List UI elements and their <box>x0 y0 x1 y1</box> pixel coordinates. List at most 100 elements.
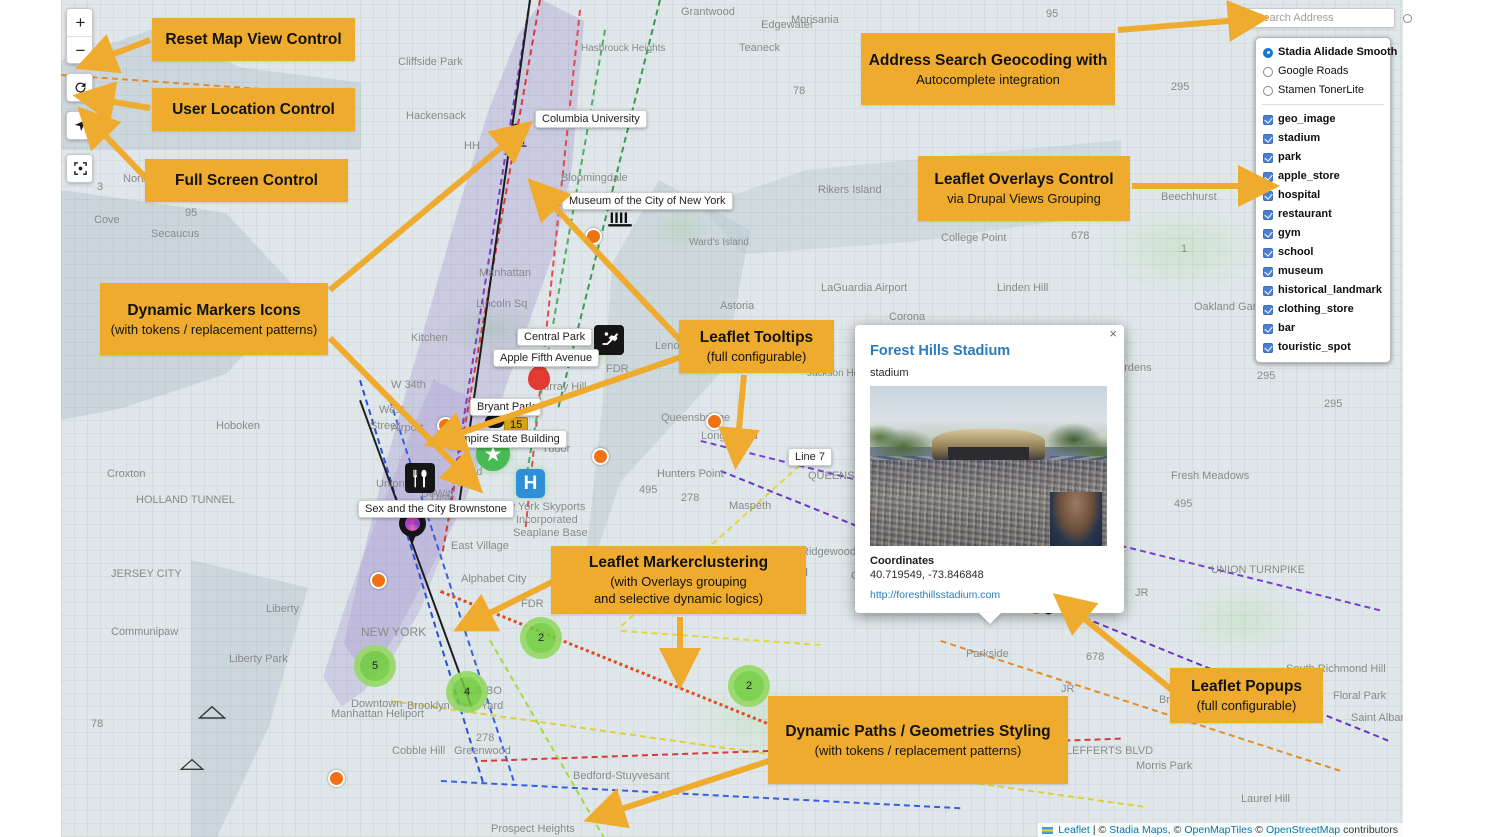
map-place-label: W 34th <box>391 379 426 391</box>
popup-website-link[interactable]: http://foresthillsstadium.com <box>870 589 1109 601</box>
overlay-checkbox[interactable] <box>1263 133 1273 144</box>
base-layer-radio[interactable] <box>1263 66 1273 77</box>
marker-cluster[interactable]: 2 <box>520 617 562 659</box>
overlay-label: geo_image <box>1278 113 1336 125</box>
base-layer-row[interactable]: Stadia Alidade Smooth <box>1256 43 1397 62</box>
user-location-icon <box>74 119 87 132</box>
full-screen-button[interactable] <box>67 155 92 182</box>
annotation-full-screen: Full Screen Control <box>145 159 348 202</box>
overlay-checkbox[interactable] <box>1263 190 1273 201</box>
reset-view-button[interactable] <box>67 74 92 101</box>
map-place-label: Hackensack <box>406 110 466 122</box>
map-place-label: Teaneck <box>739 42 780 54</box>
map-place-label: Grantwood <box>681 6 735 18</box>
overlay-row[interactable]: hospital <box>1256 186 1390 205</box>
base-layer-row[interactable]: Stamen TonerLite <box>1256 81 1390 100</box>
overlay-checkbox[interactable] <box>1263 209 1273 220</box>
overlay-checkbox[interactable] <box>1263 247 1273 258</box>
marker-hospital[interactable]: H <box>516 469 545 498</box>
marker-apple-fifth-avenue[interactable] <box>528 366 550 390</box>
map-place-label: Maspeth <box>729 500 772 512</box>
overlay-checkbox[interactable] <box>1263 171 1273 182</box>
marker-cluster[interactable]: 5 <box>354 645 396 687</box>
attribution-leaflet-link[interactable]: Leaflet <box>1058 824 1090 836</box>
overlay-row[interactable]: bar <box>1256 319 1390 338</box>
full-screen-control[interactable] <box>66 154 93 183</box>
zoom-control[interactable]: + − <box>66 8 93 64</box>
marker-tooltip: Line 7 <box>788 448 832 466</box>
attribution-copy-3: © <box>1255 824 1263 836</box>
overlay-row[interactable]: touristic_spot <box>1256 338 1390 357</box>
leaflet-layers-control[interactable]: Stadia Alidade Smooth Google Roads Stamen … <box>1255 37 1397 363</box>
marker-dot[interactable] <box>592 448 609 465</box>
overlay-row[interactable]: school <box>1256 243 1390 262</box>
overlay-checkbox[interactable] <box>1263 342 1273 353</box>
overlay-checkbox[interactable] <box>1263 323 1273 334</box>
overlay-row[interactable]: clothing_store <box>1256 300 1390 319</box>
annotation-reset-map-view: Reset Map View Control <box>152 18 355 61</box>
annotation-title: Reset Map View Control <box>165 30 342 48</box>
overlay-row[interactable]: restaurant <box>1256 205 1390 224</box>
marker-dot[interactable] <box>706 413 723 430</box>
leaflet-popup[interactable]: × Forest Hills Stadium stadium Coordinat… <box>855 325 1124 624</box>
zoom-out-button[interactable]: − <box>67 36 92 63</box>
overlay-label: apple_store <box>1278 170 1340 182</box>
overlay-checkbox[interactable] <box>1263 285 1273 296</box>
overlay-row[interactable]: museum <box>1256 262 1390 281</box>
attribution-stadia-link[interactable]: Stadia Maps, <box>1109 824 1170 836</box>
overlay-label: park <box>1278 151 1302 163</box>
overlay-checkbox[interactable] <box>1263 114 1273 125</box>
map-place-label: Ridgewood <box>801 546 857 558</box>
map-place-label: Croxton <box>107 468 146 480</box>
overlay-label: gym <box>1278 227 1301 239</box>
marker-tooltip: Bryant Park <box>470 398 542 416</box>
overlay-row[interactable]: apple_store <box>1256 167 1390 186</box>
base-layer-radio[interactable] <box>1263 47 1273 58</box>
base-layer-label: Stadia Alidade Smooth <box>1278 46 1398 58</box>
annotation-title: Leaflet Overlays Control <box>934 171 1114 188</box>
overlays-group: geo_imagestadium park apple_store hospital r… <box>1256 110 1390 357</box>
user-location-button[interactable] <box>67 112 92 139</box>
marker-columbia-university[interactable] <box>501 120 531 150</box>
overlay-checkbox[interactable] <box>1263 152 1273 163</box>
search-input[interactable] <box>1254 11 1400 25</box>
overlay-row[interactable]: historical_landmark <box>1256 281 1390 300</box>
overlay-checkbox[interactable] <box>1263 304 1273 315</box>
base-layer-row[interactable]: Google Roads <box>1256 62 1390 81</box>
user-location-control[interactable] <box>66 111 93 140</box>
map-place-label: West <box>379 404 404 416</box>
geo-image-dot-icon <box>328 770 345 787</box>
search-icon[interactable] <box>1403 13 1412 23</box>
annotation-title: Full Screen Control <box>175 171 318 189</box>
marker-cluster[interactable]: 4 <box>446 671 488 713</box>
marker-cluster[interactable]: 2 <box>728 665 770 707</box>
popup-tip <box>978 613 1001 624</box>
map-place-label: FDR <box>606 363 629 375</box>
overlay-row[interactable]: park <box>1256 148 1390 167</box>
marker-dot[interactable] <box>585 228 602 245</box>
attribution-copy-1: © <box>1098 824 1107 836</box>
reset-map-view-control[interactable] <box>66 73 93 102</box>
zoom-in-button[interactable]: + <box>67 9 92 36</box>
overlay-row[interactable]: geo_image <box>1256 110 1390 129</box>
overlay-row[interactable]: stadium <box>1256 129 1390 148</box>
attribution-openmaptiles-link[interactable]: OpenMapTiles <box>1184 824 1252 836</box>
map-place-label: Cliffside Park <box>398 56 463 68</box>
popup-close-icon[interactable]: × <box>1109 327 1117 340</box>
overlay-row[interactable]: gym <box>1256 224 1390 243</box>
school-glyph <box>505 123 527 147</box>
attribution-contributors: contributors <box>1343 824 1398 836</box>
address-search-box[interactable] <box>1247 8 1412 28</box>
overlay-checkbox[interactable] <box>1263 266 1273 277</box>
marker-dot[interactable] <box>328 770 345 787</box>
overlay-label: touristic_spot <box>1278 341 1351 353</box>
map-place-label: East Village <box>451 540 509 552</box>
attribution-osm-link[interactable]: OpenStreetMap <box>1266 824 1340 836</box>
base-layer-label: Google Roads <box>1278 65 1349 77</box>
overlay-checkbox[interactable] <box>1263 228 1273 239</box>
marker-dot[interactable] <box>370 572 387 589</box>
base-layer-radio[interactable] <box>1263 85 1273 96</box>
map-place-label: 295 <box>1257 370 1276 382</box>
marker-bryant-park[interactable] <box>485 414 504 428</box>
marker-restaurant[interactable] <box>405 463 435 493</box>
